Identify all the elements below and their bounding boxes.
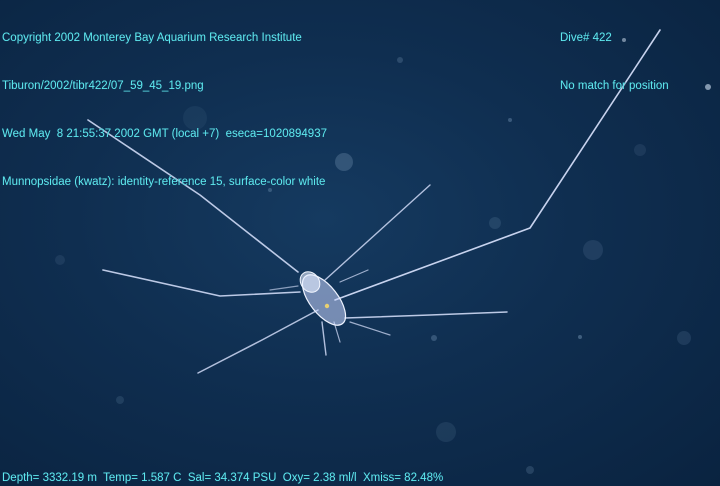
left-leg-upper bbox=[102, 269, 301, 297]
datetime-text: Wed May 8 21:55:37 2002 GMT (local +7) e… bbox=[2, 128, 327, 140]
copyright-text: Copyright 2002 Monterey Bay Aquarium Res… bbox=[2, 32, 302, 44]
position-text: No match for position bbox=[560, 80, 669, 92]
right-leg-lower bbox=[344, 311, 508, 319]
dive-number-text: Dive# 422 bbox=[560, 32, 612, 44]
overlay-top-right: Dive# 422 No match for position bbox=[560, 0, 669, 126]
right-antenna bbox=[324, 184, 431, 281]
overlay-top-left: Copyright 2002 Monterey Bay Aquarium Res… bbox=[2, 0, 327, 222]
sensor-readout: Depth= 3332.19 m Temp= 1.587 C Sal= 34.3… bbox=[2, 472, 444, 484]
video-frame: Copyright 2002 Monterey Bay Aquarium Res… bbox=[0, 0, 720, 486]
left-leg-lower bbox=[197, 309, 319, 374]
annotation-text: Munnopsidae (kwatz): identity-reference … bbox=[2, 176, 326, 188]
file-path-text: Tiburon/2002/tibr422/07_59_45_19.png bbox=[2, 80, 204, 92]
